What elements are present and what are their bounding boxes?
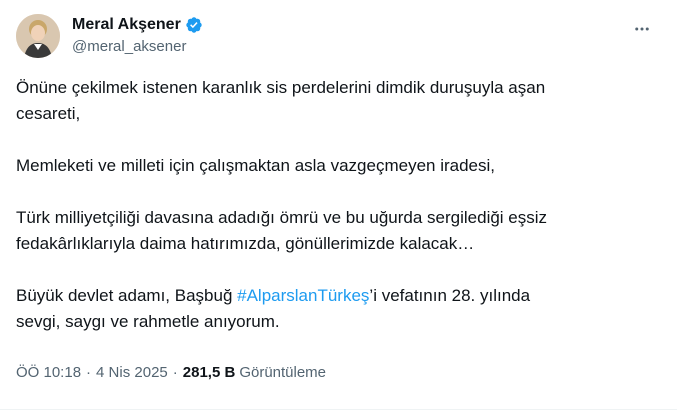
tweet-text-segment: Büyük devlet adamı, Başbuğ: [16, 286, 238, 305]
tweet-header: Meral Akşener @meral_aksener: [16, 12, 661, 60]
tweet-date[interactable]: 4 Nis 2025: [96, 364, 168, 381]
more-button[interactable]: [629, 18, 655, 44]
author-names: Meral Akşener @meral_aksener: [72, 14, 203, 55]
author-display-name[interactable]: Meral Akşener: [72, 16, 181, 34]
tweet-paragraph: Önüne çekilmek istenen karanlık sis perd…: [16, 78, 546, 123]
more-horizontal-icon: [633, 20, 651, 43]
tweet-meta: ÖÖ 10:18 · 4 Nis 2025 · 281,5 B Görüntül…: [16, 364, 326, 381]
hashtag-link[interactable]: #AlparslanTürkeş: [237, 286, 369, 305]
tweet-paragraph: Türk milliyetçiliği davasına adadığı ömr…: [16, 208, 548, 253]
avatar[interactable]: [16, 14, 60, 58]
meta-separator: ·: [86, 364, 92, 381]
views-count: 281,5 B: [182, 364, 236, 381]
tweet-time[interactable]: ÖÖ 10:18: [16, 364, 81, 381]
views-label: Görüntüleme: [239, 364, 327, 381]
tweet-text: Önüne çekilmek istenen karanlık sis perd…: [16, 75, 646, 335]
tweet-paragraph-last: Büyük devlet adamı, Başbuğ #AlparslanTür…: [16, 283, 646, 335]
author-handle[interactable]: @meral_aksener: [72, 38, 203, 55]
meta-separator: ·: [172, 364, 178, 381]
verified-badge-icon: [185, 16, 203, 34]
name-row: Meral Akşener: [72, 14, 203, 36]
tweet-card: Meral Akşener @meral_aksener Önüne çekil…: [0, 0, 677, 410]
tweet-paragraph: Memleketi ve milleti için çalışmaktan as…: [16, 156, 496, 175]
